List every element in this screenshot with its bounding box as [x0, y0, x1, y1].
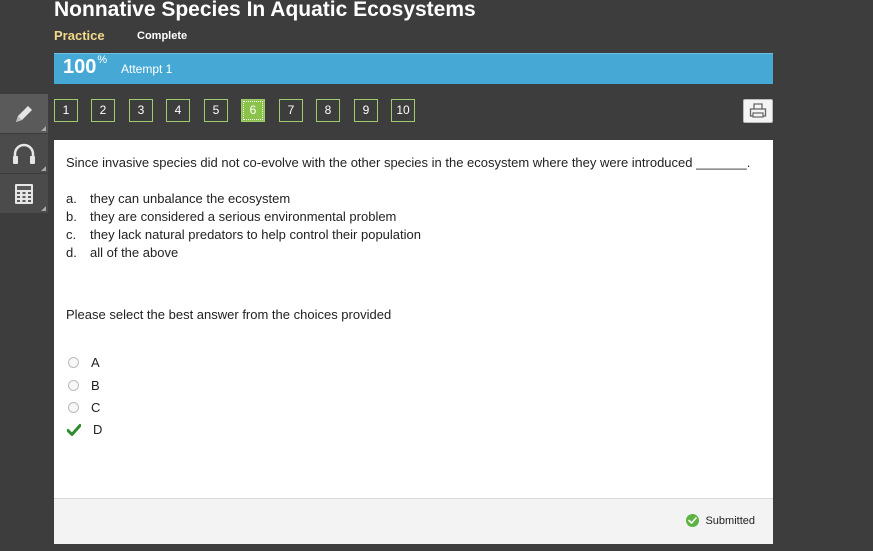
answer-option-label: B: [91, 378, 100, 393]
question-card: Since invasive species did not co-evolve…: [54, 140, 773, 498]
answer-option-label: A: [91, 355, 100, 370]
question-text: Since invasive species did not co-evolve…: [66, 155, 751, 170]
status-text: Submitted: [705, 514, 755, 527]
answer-option-c[interactable]: C: [68, 400, 100, 415]
choice-item: a. they can unbalance the ecosystem: [66, 190, 421, 208]
radio-button[interactable]: [68, 402, 79, 413]
answer-prompt: Please select the best answer from the c…: [66, 307, 392, 322]
check-circle-icon: [686, 514, 700, 527]
printer-icon: [749, 103, 767, 118]
question-nav-button[interactable]: 4: [166, 99, 190, 122]
print-button[interactable]: [743, 99, 773, 123]
headphones-tool-button[interactable]: [0, 134, 48, 173]
radio-button[interactable]: [68, 380, 79, 391]
choice-item: b. they are considered a serious environm…: [66, 208, 421, 226]
tab-practice[interactable]: Practice: [54, 28, 105, 43]
answer-option-label: C: [91, 400, 101, 415]
headphones-icon: [13, 143, 35, 164]
choice-list: a. they can unbalance the ecosystem b. the…: [66, 190, 421, 262]
choice-item: c. they lack natural predators to help co…: [66, 226, 421, 244]
tool-expand-corner: [41, 206, 46, 211]
question-nav-button[interactable]: 8: [316, 99, 340, 122]
answer-option-b[interactable]: B: [68, 378, 100, 393]
tab-complete[interactable]: Complete: [137, 30, 187, 42]
pencil-tool-button[interactable]: [0, 94, 48, 133]
choice-item: d. all of the above: [66, 244, 421, 262]
pencil-icon: [16, 105, 32, 122]
progress-percent-value: 100: [63, 56, 97, 78]
choice-text: all of the above: [90, 245, 179, 260]
question-nav-button[interactable]: 1: [54, 99, 78, 122]
question-nav-button-current[interactable]: 6: [241, 99, 265, 122]
checkmark-icon: [67, 423, 81, 436]
answer-option-label: D: [93, 422, 103, 437]
choice-text: they lack natural predators to help cont…: [90, 227, 421, 242]
progress-bar: 100% Attempt 1: [54, 53, 773, 84]
radio-button[interactable]: [68, 357, 79, 368]
question-nav-button[interactable]: 10: [391, 99, 415, 122]
tool-sidebar: [0, 94, 48, 214]
choice-text: they can unbalance the ecosystem: [90, 191, 291, 206]
tool-expand-corner: [41, 166, 46, 171]
calculator-icon: [15, 183, 33, 204]
answer-option-d[interactable]: D: [67, 422, 102, 437]
question-nav-button[interactable]: 3: [129, 99, 153, 122]
attempt-label: Attempt 1: [121, 62, 173, 76]
choice-text: they are considered a serious environmen…: [90, 209, 397, 224]
question-nav-button[interactable]: 9: [354, 99, 378, 122]
question-nav-button[interactable]: 7: [279, 99, 303, 122]
submitted-status: Submitted: [686, 514, 755, 527]
calculator-tool-button[interactable]: [0, 174, 48, 213]
progress-percent: 100%: [63, 54, 108, 79]
tool-expand-corner: [41, 126, 46, 131]
choice-letter: a.: [66, 191, 77, 206]
answer-option-a[interactable]: A: [68, 355, 100, 370]
choice-letter: b.: [66, 209, 77, 224]
question-nav-button[interactable]: 2: [91, 99, 115, 122]
card-footer: Submitted: [54, 498, 773, 544]
choice-letter: d.: [66, 245, 77, 260]
progress-percent-sign: %: [97, 54, 108, 67]
choice-letter: c.: [66, 227, 77, 242]
page-title: Nonnative Species In Aquatic Ecosystems: [54, 0, 476, 21]
question-nav-button[interactable]: 5: [204, 99, 228, 122]
